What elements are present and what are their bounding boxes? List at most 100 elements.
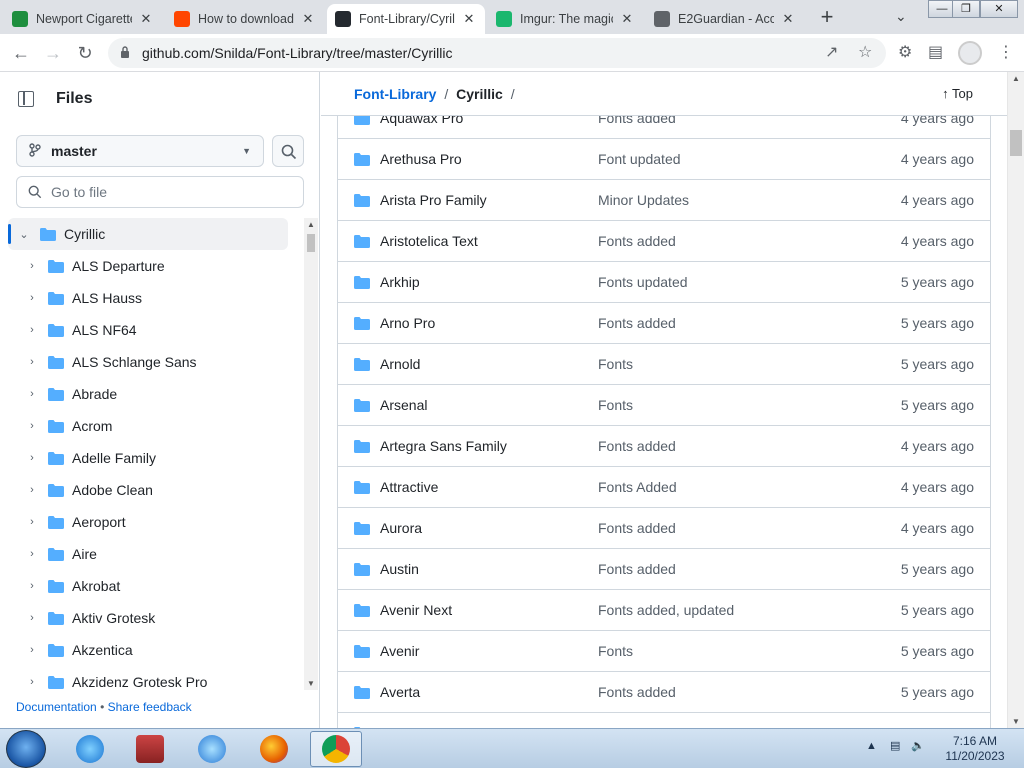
- forward-button[interactable]: →: [42, 42, 64, 64]
- kebab-menu-icon[interactable]: ⋮: [998, 42, 1014, 62]
- tab-search-chevron-icon[interactable]: ⌄: [895, 8, 907, 25]
- side-panel-icon[interactable]: ▤: [928, 42, 943, 62]
- share-icon[interactable]: ↗: [825, 42, 838, 62]
- commit-message-link[interactable]: Fonts added: [598, 561, 856, 577]
- breadcrumb-repo-link[interactable]: Font-Library: [354, 86, 436, 102]
- folder-link[interactable]: Aurora: [380, 520, 422, 536]
- close-tab-icon[interactable]: ✕: [780, 11, 796, 27]
- folder-link[interactable]: Averta: [380, 684, 420, 700]
- chevron-right-icon[interactable]: ›: [24, 484, 40, 496]
- tree-item[interactable]: › Akrobat: [8, 570, 288, 602]
- close-window-button[interactable]: ✕: [980, 0, 1018, 18]
- tree-item[interactable]: › Adobe Clean: [8, 474, 288, 506]
- chevron-right-icon[interactable]: ›: [24, 388, 40, 400]
- tree-item[interactable]: › Aeroport: [8, 506, 288, 538]
- tree-item[interactable]: › ALS Schlange Sans: [8, 346, 288, 378]
- reload-button[interactable]: ↻: [74, 42, 96, 64]
- go-to-file-input[interactable]: Go to file: [16, 176, 304, 208]
- start-button[interactable]: [6, 730, 46, 768]
- folder-link[interactable]: Arno Pro: [380, 315, 435, 331]
- scroll-up-arrow-icon[interactable]: ▲: [307, 220, 315, 229]
- page-scrollbar[interactable]: ▲ ▼: [1007, 72, 1024, 728]
- tree-item[interactable]: › Aire: [8, 538, 288, 570]
- folder-link[interactable]: Artegra Sans Family: [380, 438, 507, 454]
- folder-link[interactable]: Avenir Next: [380, 602, 452, 618]
- close-tab-icon[interactable]: ✕: [461, 11, 477, 27]
- close-tab-icon[interactable]: ✕: [138, 11, 154, 27]
- folder-link[interactable]: Arista Pro Family: [380, 192, 487, 208]
- tab-3[interactable]: Font-Library/Cyrillic ✕: [327, 4, 485, 34]
- folder-link[interactable]: Arsenal: [380, 397, 427, 413]
- tab-1[interactable]: Newport Cigarettes ✕: [4, 4, 162, 34]
- commit-message-link[interactable]: Fonts added: [598, 315, 856, 331]
- extensions-puzzle-icon[interactable]: ⚙: [898, 42, 912, 62]
- chevron-right-icon[interactable]: ›: [24, 612, 40, 624]
- commit-message-link[interactable]: Fonts added: [598, 684, 856, 700]
- folder-link[interactable]: Arkhip: [380, 274, 420, 290]
- back-button[interactable]: ←: [10, 42, 32, 64]
- share-feedback-link[interactable]: Share feedback: [108, 700, 192, 714]
- network-icon[interactable]: ▤: [890, 740, 900, 752]
- folder-link[interactable]: Attractive: [380, 479, 438, 495]
- bookmark-star-icon[interactable]: ☆: [858, 42, 872, 62]
- folder-link[interactable]: Arnold: [380, 356, 420, 372]
- tab-4[interactable]: Imgur: The magic ✕: [488, 4, 643, 34]
- collapse-sidebar-icon[interactable]: [18, 91, 34, 107]
- tree-item[interactable]: › Adelle Family: [8, 442, 288, 474]
- commit-message-link[interactable]: Fonts added, updated: [598, 602, 856, 618]
- new-tab-button[interactable]: +: [815, 6, 839, 30]
- chevron-right-icon[interactable]: ›: [24, 580, 40, 592]
- tab-5[interactable]: E2Guardian - Access ✕: [646, 4, 804, 34]
- tree-item[interactable]: › Akzidenz Grotesk Pro: [8, 666, 288, 690]
- back-to-top-button[interactable]: ↑ Top: [942, 86, 973, 101]
- address-bar[interactable]: github.com/Snilda/Font-Library/tree/mast…: [108, 38, 886, 68]
- commit-message-link[interactable]: Fonts added: [598, 438, 856, 454]
- search-files-button[interactable]: [272, 135, 304, 167]
- commit-message-link[interactable]: Fonts: [598, 356, 856, 372]
- tree-scroll-thumb[interactable]: [307, 234, 315, 252]
- tree-item[interactable]: › Aktiv Grotesk: [8, 602, 288, 634]
- commit-message-link[interactable]: Fonts: [598, 643, 856, 659]
- tree-item[interactable]: › Abrade: [8, 378, 288, 410]
- commit-message-link[interactable]: Fonts: [598, 397, 856, 413]
- taskbar-clock[interactable]: 7:16 AM 11/20/2023: [944, 734, 1006, 764]
- taskbar-firefox[interactable]: [248, 731, 300, 767]
- tree-item[interactable]: › ALS Hauss: [8, 282, 288, 314]
- profile-avatar[interactable]: [958, 41, 982, 65]
- scroll-down-arrow-icon[interactable]: ▼: [307, 679, 315, 688]
- volume-muted-icon[interactable]: 🔈: [911, 740, 925, 752]
- branch-selector[interactable]: master ▼: [16, 135, 264, 167]
- commit-message-link[interactable]: Fonts updated: [598, 274, 856, 290]
- documentation-link[interactable]: Documentation: [16, 700, 97, 714]
- commit-message-link[interactable]: Fonts added: [598, 520, 856, 536]
- tray-expand-icon[interactable]: ▲: [866, 740, 877, 752]
- close-tab-icon[interactable]: ✕: [300, 11, 316, 27]
- chevron-right-icon[interactable]: ›: [24, 420, 40, 432]
- chevron-right-icon[interactable]: ›: [24, 676, 40, 688]
- folder-link[interactable]: Austin: [380, 561, 419, 577]
- tree-item-cyrillic[interactable]: ⌄ Cyrillic: [8, 218, 288, 250]
- taskbar-media-center[interactable]: [124, 731, 176, 767]
- chevron-right-icon[interactable]: ›: [24, 644, 40, 656]
- taskbar-itunes[interactable]: [186, 731, 238, 767]
- chevron-right-icon[interactable]: ›: [24, 356, 40, 368]
- tree-item[interactable]: › ALS NF64: [8, 314, 288, 346]
- commit-message-link[interactable]: Fonts Added: [598, 479, 856, 495]
- close-tab-icon[interactable]: ✕: [619, 11, 635, 27]
- folder-link[interactable]: Arethusa Pro: [380, 151, 462, 167]
- tree-scrollbar[interactable]: ▲ ▼: [304, 218, 318, 690]
- tab-2[interactable]: How to download ✕: [166, 4, 324, 34]
- taskbar-chrome[interactable]: [310, 731, 362, 767]
- scroll-up-arrow-icon[interactable]: ▲: [1012, 74, 1020, 83]
- tree-item[interactable]: › Acrom: [8, 410, 288, 442]
- chevron-right-icon[interactable]: ›: [24, 548, 40, 560]
- chevron-right-icon[interactable]: ›: [24, 324, 40, 336]
- chevron-right-icon[interactable]: ›: [24, 292, 40, 304]
- chevron-down-icon[interactable]: ⌄: [16, 228, 32, 241]
- tree-item[interactable]: › Akzentica: [8, 634, 288, 666]
- chevron-right-icon[interactable]: ›: [24, 516, 40, 528]
- page-scroll-thumb[interactable]: [1010, 130, 1022, 156]
- tree-item[interactable]: › ALS Departure: [8, 250, 288, 282]
- folder-link[interactable]: Aristotelica Text: [380, 233, 478, 249]
- taskbar-internet-explorer[interactable]: [64, 731, 116, 767]
